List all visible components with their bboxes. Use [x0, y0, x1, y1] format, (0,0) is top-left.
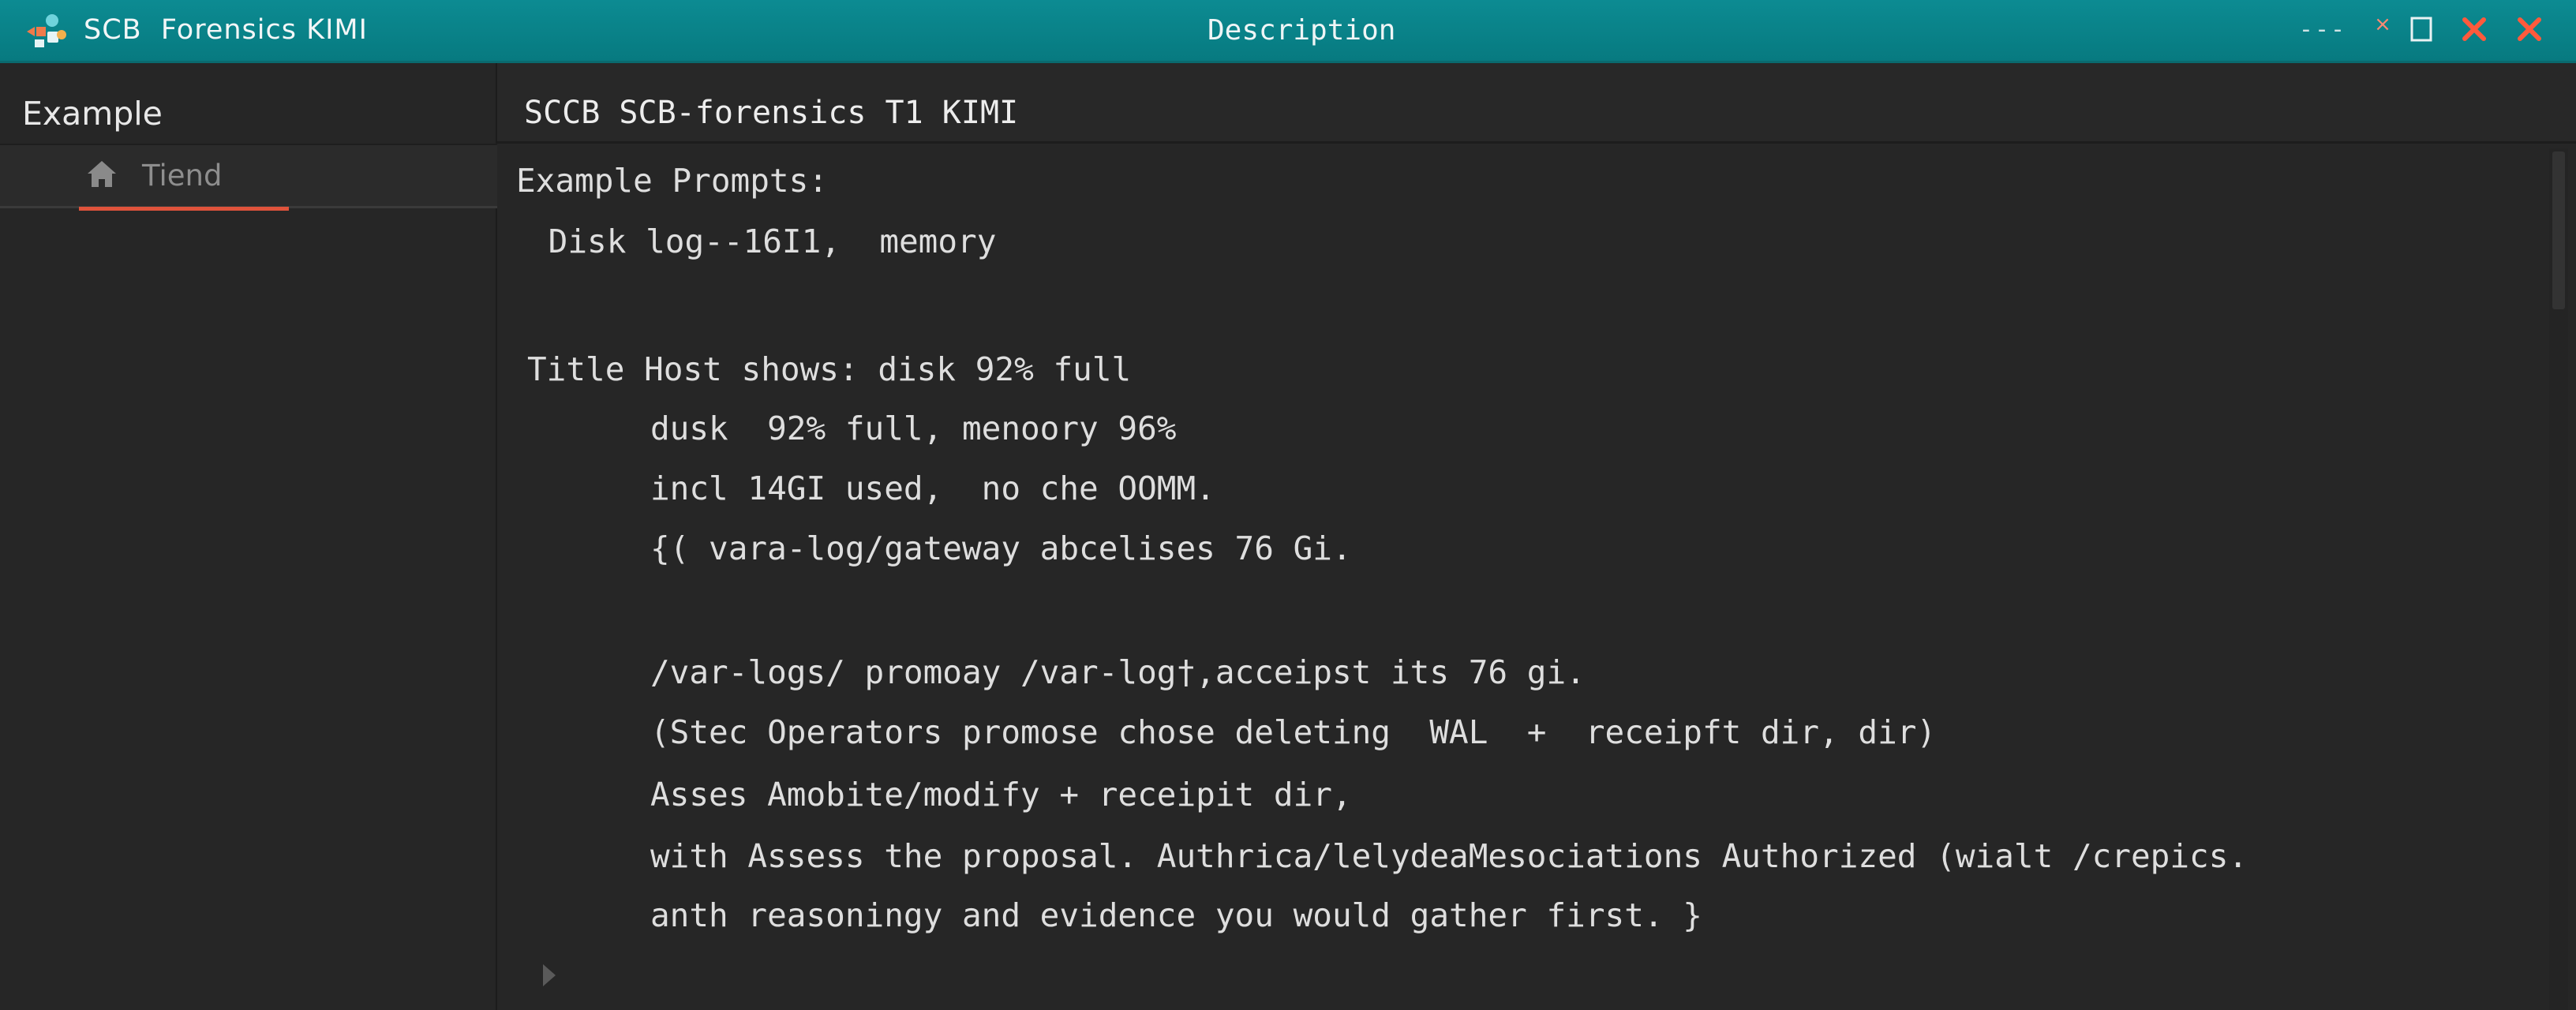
expand-caret-icon[interactable] [538, 958, 560, 993]
content-line: Disk log--16I1, memory [529, 223, 997, 260]
sidebar-item-tiend[interactable]: Tiend [0, 144, 497, 208]
app-window: SCB Forensics KIMI Description --- × Exa… [0, 0, 2576, 1010]
maximize-button[interactable] [2406, 9, 2437, 49]
content-line: (Stec Operators promose chose deleting W… [650, 713, 1937, 751]
sidebar-item-label: Tiend [142, 159, 223, 193]
content-line: with Assess the proposal. Authrica/lelyd… [650, 837, 2248, 875]
content-line: {( vara-log/gateway abcelises 76 Gi. [650, 529, 1352, 567]
close-button[interactable] [2454, 9, 2494, 49]
window-title: Description [1208, 14, 1396, 47]
content-line: Example Prompts: [516, 162, 828, 200]
minimize-button[interactable]: --- [2295, 9, 2350, 49]
content-line: dusk 92% full, menoory 96% [650, 410, 1177, 447]
main-header: SCCB SCB-forensics T1 KIMI [497, 63, 2576, 144]
content-line: Asses Amobite/modify + receipit dir, [650, 776, 1352, 814]
content-line: anth reasoningy and evidence you would g… [650, 896, 1702, 934]
sidebar: Example Tiend [0, 63, 497, 1010]
content-line: incl 14GI used, no che OOMM. [650, 469, 1215, 507]
app-logo-icon [27, 14, 66, 47]
scrollbar-thumb[interactable] [2552, 152, 2565, 309]
app-title: SCB Forensics KIMI [84, 14, 368, 46]
active-tab-indicator [79, 207, 289, 211]
maximize-icon [2410, 17, 2432, 42]
close-icon [2462, 17, 2486, 41]
sidebar-heading: Example [22, 95, 163, 133]
close-window-button[interactable] [2510, 9, 2549, 49]
title-bar[interactable]: SCB Forensics KIMI Description --- × [0, 0, 2576, 63]
content-line: /var-logs/ promoay /var-log†,acceipst it… [650, 653, 1586, 691]
small-close-icon: × [2374, 13, 2391, 36]
home-icon [88, 161, 116, 187]
close-icon [2518, 17, 2541, 41]
content-line: Title Host shows: disk 92% full [527, 350, 1132, 388]
small-close-button[interactable]: × [2371, 5, 2394, 44]
minimize-icon: --- [2298, 15, 2347, 43]
page-title: SCCB SCB-forensics T1 KIMI [524, 95, 1019, 131]
